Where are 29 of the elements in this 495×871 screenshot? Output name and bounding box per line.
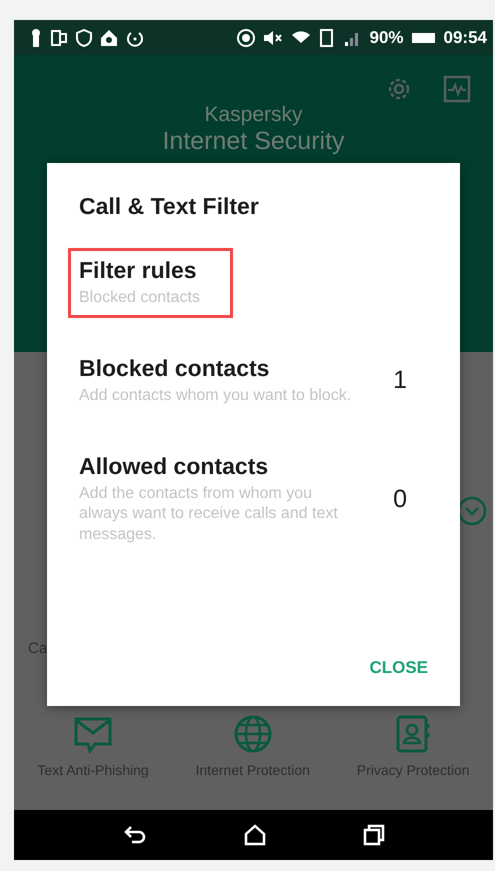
item-count: 1 <box>393 366 407 396</box>
item-title: Allowed contacts <box>79 452 270 480</box>
dialog-title: Call & Text Filter <box>79 193 260 220</box>
target-icon <box>237 28 256 46</box>
item-description: Add the contacts from whom you always want to receive calls and text messages. <box>79 484 339 546</box>
highlighted-menu-item[interactable]: Filter rules Blocked contacts <box>68 248 233 318</box>
home-icon <box>100 28 118 46</box>
battery-percent: 90% <box>369 28 404 48</box>
battery-icon <box>412 32 436 44</box>
item-title: Blocked contacts <box>79 354 270 382</box>
item-title: Filter rules <box>79 257 198 284</box>
keyhole-icon <box>30 28 42 46</box>
item-count: 0 <box>393 484 407 514</box>
item-description: Add contacts whom you want to block. <box>79 386 352 406</box>
globe-icon[interactable] <box>232 714 273 754</box>
activity-chart-icon[interactable] <box>443 75 471 103</box>
shield-icon <box>76 28 92 46</box>
recent-apps-icon[interactable] <box>362 824 384 846</box>
back-icon[interactable] <box>122 824 146 846</box>
mute-icon <box>263 28 284 46</box>
chevron-down-icon[interactable] <box>457 496 487 526</box>
menu-item[interactable]: Allowed contacts Add the contacts from whom you always want to receive calls and text messages. 0 <box>68 444 430 555</box>
home-icon[interactable] <box>244 824 266 846</box>
menu-item[interactable]: Blocked contacts Add contacts whom you want to block. 1 <box>68 346 430 416</box>
brand-name: Kaspersky <box>204 103 303 127</box>
item-description: Blocked contacts <box>79 288 200 308</box>
clock-time: 09:54 <box>444 28 487 48</box>
close-button[interactable]: CLOSE <box>367 654 430 682</box>
product-name: Internet Security <box>162 127 345 156</box>
